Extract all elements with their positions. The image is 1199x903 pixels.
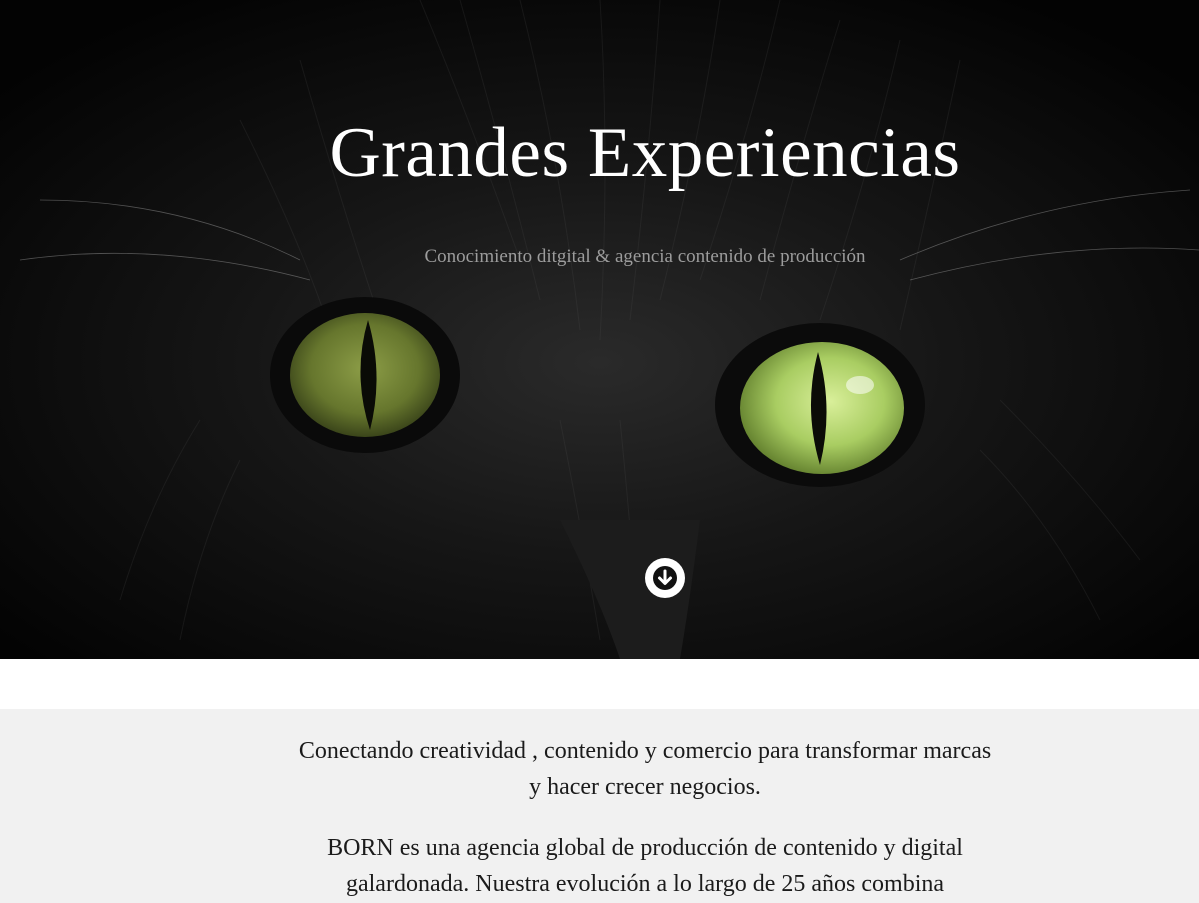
intro-body-line1: BORN es una agencia global de producción… <box>327 835 963 861</box>
hero-title: Grandes Experiencias <box>329 114 961 192</box>
hero-cat-image <box>0 0 1199 659</box>
intro-body: BORN es una agencia global de producción… <box>0 830 1199 902</box>
arrow-down-icon <box>653 566 677 590</box>
intro-body-line2: galardonada. Nuestra evolución a lo larg… <box>345 871 945 897</box>
intro-lead-line1: Conectando creatividad , contenido y com… <box>298 738 992 764</box>
hero-section: Grandes Experiencias Conocimiento ditgit… <box>0 0 1199 659</box>
scroll-down-button[interactable] <box>645 558 685 598</box>
hero-subtitle: Conocimiento ditgital & agencia contenid… <box>424 246 866 267</box>
intro-lead: Conectando creatividad , contenido y com… <box>0 733 1199 805</box>
intro-lead-line2: y hacer crecer negocios. <box>529 774 761 800</box>
intro-section: Conectando creatividad , contenido y com… <box>0 709 1199 903</box>
section-spacer <box>0 659 1199 709</box>
